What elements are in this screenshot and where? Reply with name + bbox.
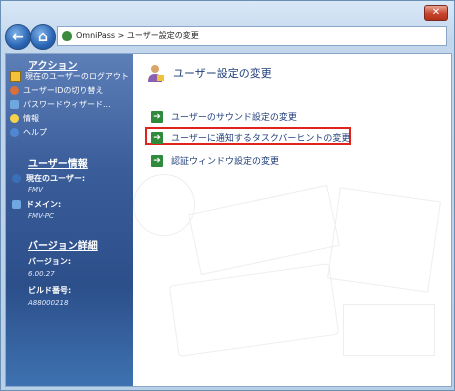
breadcrumb: OmniPass > ユーザー設定の変更 xyxy=(76,31,199,40)
page-title: ユーザー設定の変更 xyxy=(173,67,272,80)
page-header: ユーザー設定の変更 xyxy=(145,62,272,84)
sidebar-item-label: 情報 xyxy=(23,114,39,123)
close-button[interactable]: ✕ xyxy=(424,5,448,21)
home-button[interactable]: ⌂ xyxy=(30,24,56,50)
sidebar-item-switch-user[interactable]: ユーザーIDの切り替え xyxy=(10,85,103,96)
domain-value: FMV-PC xyxy=(28,212,54,220)
omnipass-window: ✕ ← ⌂ OmniPass > ユーザー設定の変更 アクション 現在のユーザー… xyxy=(0,0,455,391)
actions-heading: アクション xyxy=(28,61,78,72)
version-label: バージョン: xyxy=(28,257,72,266)
user-info-heading: ユーザー情報 xyxy=(28,159,88,170)
logout-icon xyxy=(10,71,21,82)
info-icon xyxy=(10,114,19,123)
sidebar-item-help[interactable]: ヘルプ xyxy=(10,127,47,138)
build-label: ビルド番号: xyxy=(28,286,72,295)
main-panel: ユーザー設定の変更 ➔ ユーザーのサウンド設定の変更 ➔ ユーザーに通知するタス… xyxy=(133,54,451,386)
watermark-fingerprint xyxy=(133,174,195,236)
watermark-envelope xyxy=(188,184,340,276)
domain-label: ドメイン: xyxy=(26,200,62,209)
task-label: 認証ウィンドウ設定の変更 xyxy=(171,157,280,167)
arrow-right-icon: ➔ xyxy=(151,131,163,144)
content-area: アクション 現在のユーザーのログアウト ユーザーIDの切り替え パスワードウィザ… xyxy=(5,53,452,387)
omnipass-shield-icon xyxy=(62,31,72,41)
arrow-right-icon: ➔ xyxy=(151,110,163,123)
back-button[interactable]: ← xyxy=(5,24,31,50)
domain-icon xyxy=(12,200,21,209)
current-user-label: 現在のユーザー: xyxy=(26,174,86,183)
sidebar-item-label: パスワードウィザード... xyxy=(23,100,111,109)
arrow-right-icon: ➔ xyxy=(151,154,163,167)
version-value: 6.00.27 xyxy=(28,270,55,278)
sidebar-item-info[interactable]: 情報 xyxy=(10,113,39,124)
task-sound-settings[interactable]: ➔ ユーザーのサウンド設定の変更 xyxy=(151,110,297,123)
help-icon xyxy=(10,128,19,137)
sidebar-item-label: 現在のユーザーのログアウト xyxy=(25,72,129,81)
back-arrow-icon: ← xyxy=(12,29,24,45)
sidebar-item-label: ユーザーIDの切り替え xyxy=(23,86,104,95)
switch-user-icon xyxy=(10,86,19,95)
watermark-chip xyxy=(343,304,435,356)
user-icon xyxy=(12,174,21,183)
sidebar-item-password-wizard[interactable]: パスワードウィザード... xyxy=(10,99,111,110)
current-user-value: FMV xyxy=(28,186,43,194)
user-settings-icon xyxy=(145,63,165,83)
task-label: ユーザーに通知するタスクバーヒントの変更 xyxy=(171,134,351,144)
build-value: A88000218 xyxy=(28,299,69,307)
sidebar-item-label: ヘルプ xyxy=(23,128,47,137)
task-auth-window-settings[interactable]: ➔ 認証ウィンドウ設定の変更 xyxy=(151,154,279,167)
watermark-certificate xyxy=(168,263,340,357)
task-taskbar-hints[interactable]: ➔ ユーザーに通知するタスクバーヒントの変更 xyxy=(151,131,350,144)
version-heading: バージョン詳細 xyxy=(28,241,98,252)
navigation-buttons: ← ⌂ xyxy=(5,24,56,52)
password-wizard-icon xyxy=(10,100,19,109)
breadcrumb-bar: OmniPass > ユーザー設定の変更 xyxy=(57,26,447,46)
sidebar-item-logout[interactable]: 現在のユーザーのログアウト xyxy=(10,71,129,82)
sidebar: アクション 現在のユーザーのログアウト ユーザーIDの切り替え パスワードウィザ… xyxy=(6,54,133,386)
home-icon: ⌂ xyxy=(37,29,49,45)
task-label: ユーザーのサウンド設定の変更 xyxy=(171,113,297,123)
watermark-card xyxy=(327,187,441,293)
